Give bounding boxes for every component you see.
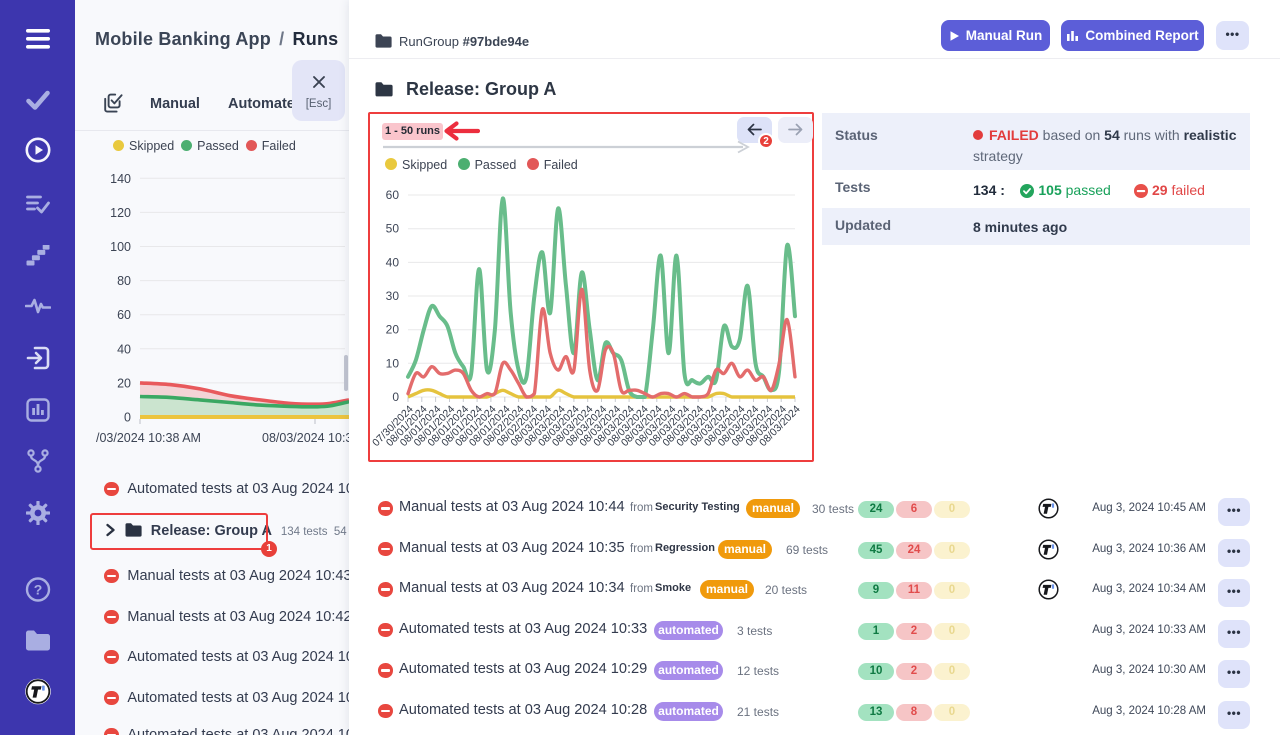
svg-text:50: 50: [386, 222, 400, 236]
svg-text:10: 10: [386, 356, 400, 370]
svg-text:40: 40: [117, 342, 131, 356]
svg-text:0: 0: [392, 390, 399, 404]
svg-text:30: 30: [386, 289, 400, 303]
svg-text:20: 20: [117, 376, 131, 390]
svg-text:?: ?: [33, 582, 42, 598]
svg-text:60: 60: [386, 188, 400, 202]
svg-text:80: 80: [117, 274, 131, 288]
svg-text:60: 60: [117, 308, 131, 322]
svg-text:20: 20: [386, 323, 400, 337]
svg-text:0: 0: [124, 411, 131, 425]
svg-text:140: 140: [110, 172, 131, 186]
svg-text:40: 40: [386, 255, 400, 269]
svg-text:120: 120: [110, 206, 131, 220]
svg-text:100: 100: [110, 240, 131, 254]
